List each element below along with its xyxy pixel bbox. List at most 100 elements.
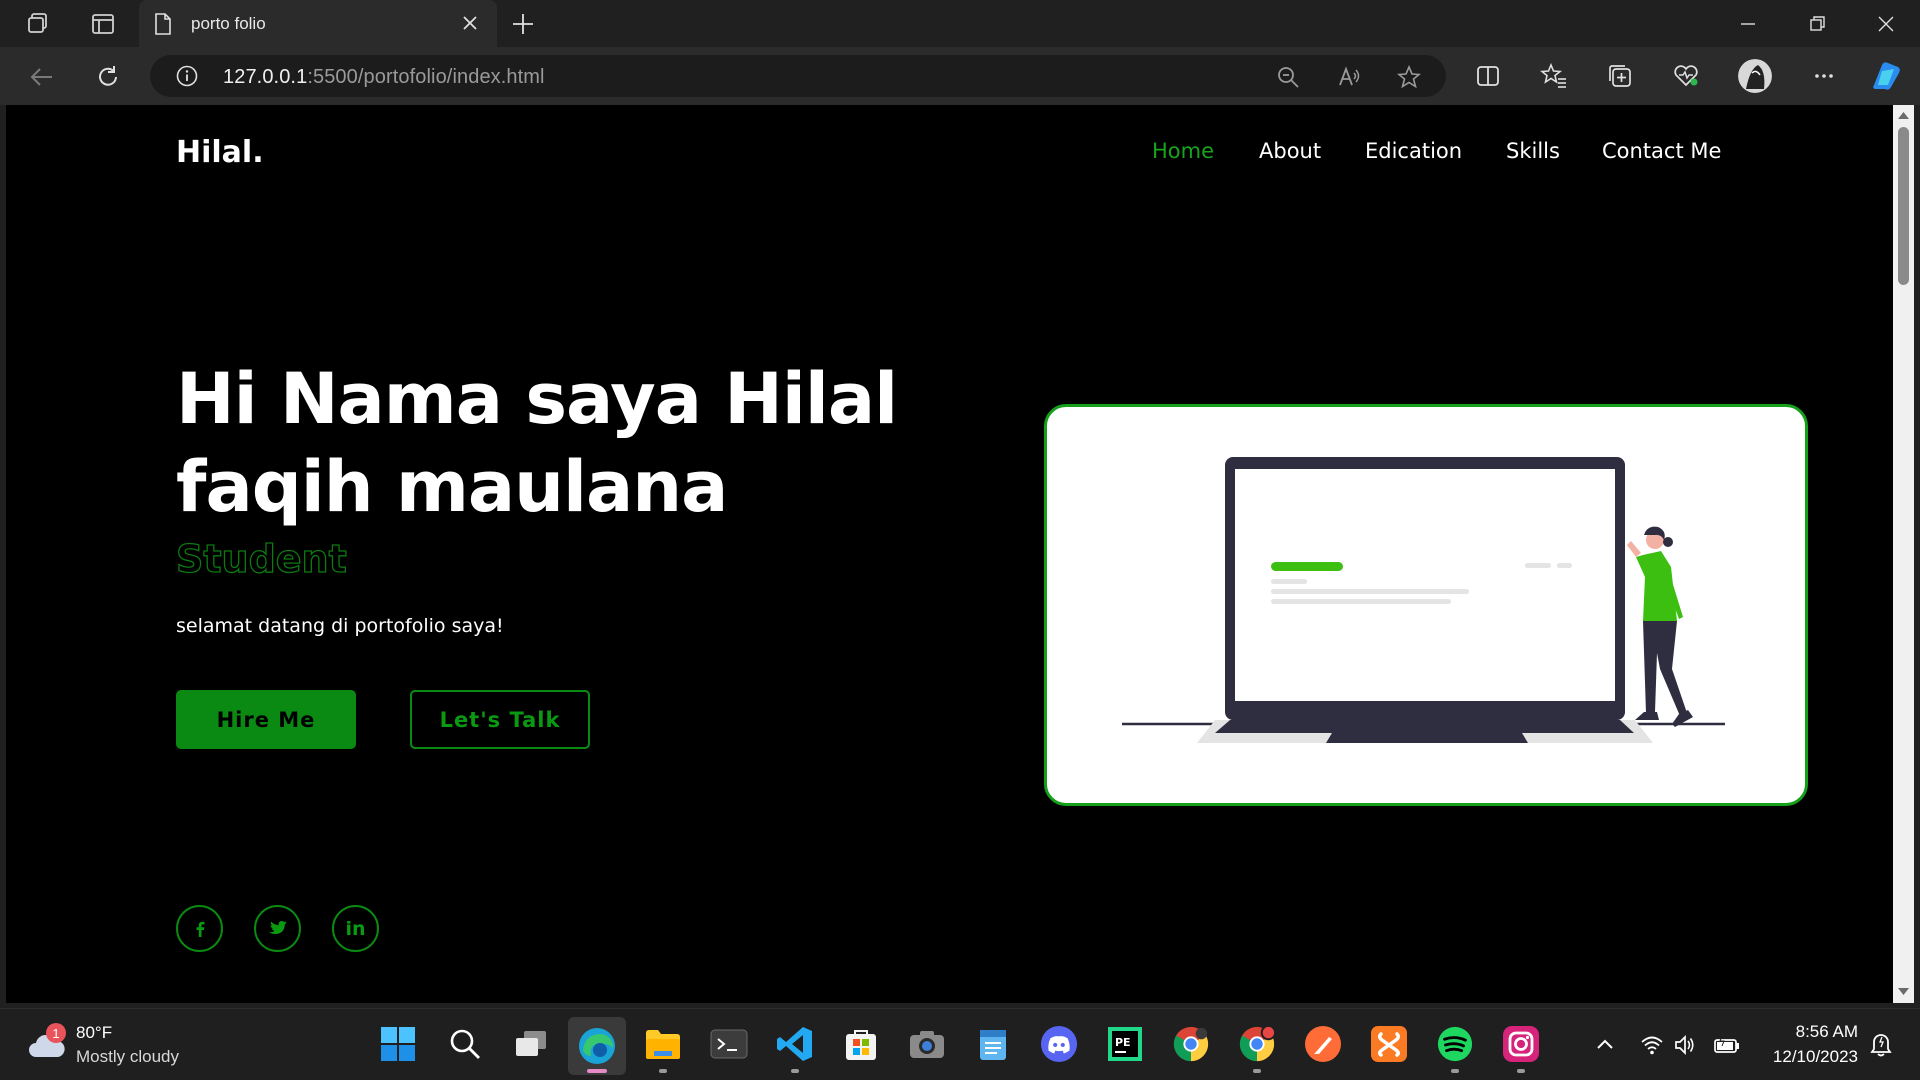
browser-essentials-icon[interactable] xyxy=(1672,62,1700,90)
weather-temperature[interactable]: 80°F xyxy=(76,1023,112,1043)
lets-talk-button[interactable]: Let's Talk xyxy=(410,690,590,749)
weather-alert-badge: 1 xyxy=(46,1023,66,1043)
favorites-icon[interactable] xyxy=(1540,62,1568,90)
nav-contact[interactable]: Contact Me xyxy=(1602,139,1721,163)
refresh-icon[interactable] xyxy=(94,63,122,91)
show-hidden-icons-icon[interactable] xyxy=(1593,1033,1617,1057)
page-icon xyxy=(155,13,171,35)
hero-illustration xyxy=(1044,404,1808,806)
browser-toolbar: 127.0.0.1:5500/portofolio/index.html xyxy=(0,47,1920,105)
window-edge xyxy=(1914,105,1920,1003)
facebook-link[interactable] xyxy=(176,905,223,952)
weather-description[interactable]: Mostly cloudy xyxy=(76,1047,179,1067)
taskbar-discord[interactable] xyxy=(1040,1025,1078,1063)
file-explorer-icon xyxy=(646,1030,680,1059)
taskbar-vscode[interactable] xyxy=(776,1025,814,1063)
nav-home[interactable]: Home xyxy=(1152,139,1214,163)
svg-text:PE: PE xyxy=(1115,1036,1131,1049)
taskbar-spotify[interactable] xyxy=(1436,1025,1474,1063)
close-window-icon[interactable] xyxy=(1874,12,1898,36)
search-button[interactable] xyxy=(446,1025,484,1063)
hire-me-button[interactable]: Hire Me xyxy=(176,690,356,749)
nav-education[interactable]: Edication xyxy=(1365,139,1462,163)
minimize-icon[interactable] xyxy=(1736,12,1760,36)
taskbar: 1 80°F Mostly cloudy PE 8:56 AM 12/10/20… xyxy=(0,1008,1920,1080)
taskbar-camera[interactable] xyxy=(908,1025,946,1063)
read-aloud-icon[interactable] xyxy=(1336,64,1362,90)
vscode-icon xyxy=(777,1027,812,1061)
taskbar-instagram[interactable] xyxy=(1502,1025,1540,1063)
hero-title: Hi Nama saya Hilal faqih maulana xyxy=(176,355,936,531)
explorer-running-indicator xyxy=(659,1069,667,1073)
notifications-icon[interactable] xyxy=(1868,1031,1894,1057)
scroll-down-icon[interactable] xyxy=(1897,987,1910,997)
taskbar-chrome[interactable] xyxy=(1172,1025,1210,1063)
taskbar-notepad[interactable] xyxy=(974,1025,1012,1063)
site-info-icon[interactable] xyxy=(176,65,198,87)
hero-title-line-1: Hi Nama saya Hilal xyxy=(176,358,898,440)
laptop-illustration xyxy=(1122,457,1725,743)
chrome-profile-icon xyxy=(1239,1025,1276,1062)
clock-time[interactable]: 8:56 AM xyxy=(1796,1022,1858,1042)
more-options-icon[interactable] xyxy=(1810,62,1838,90)
new-tab-icon[interactable] xyxy=(510,11,536,37)
page-viewport: Hilal. Home About Edication Skills Conta… xyxy=(6,105,1893,1003)
taskbar-file-explorer[interactable] xyxy=(644,1025,682,1063)
notepad-icon xyxy=(980,1030,1006,1060)
site-logo[interactable]: Hilal. xyxy=(176,135,264,170)
taskbar-xampp[interactable] xyxy=(1370,1025,1408,1063)
hero-role: Student xyxy=(175,536,347,581)
pycharm-icon: PE xyxy=(1108,1027,1142,1061)
twitter-link[interactable] xyxy=(254,905,301,952)
vscode-running-indicator xyxy=(791,1069,799,1073)
profile-picture xyxy=(1738,59,1772,93)
start-icon xyxy=(381,1027,415,1061)
spotify-icon xyxy=(1437,1026,1473,1062)
profile-avatar[interactable] xyxy=(1738,59,1772,93)
edge-icon xyxy=(579,1028,615,1064)
taskbar-edge[interactable] xyxy=(568,1017,626,1075)
hero-subtitle: selamat datang di portofolio saya! xyxy=(176,615,504,637)
clock-date[interactable]: 12/10/2023 xyxy=(1773,1047,1858,1067)
restore-icon[interactable] xyxy=(1805,12,1829,36)
search-icon xyxy=(450,1029,480,1059)
edge-running-indicator xyxy=(587,1069,607,1073)
instagram-running-indicator xyxy=(1517,1069,1525,1073)
task-view-button[interactable] xyxy=(512,1025,550,1063)
taskbar-store[interactable] xyxy=(842,1025,880,1063)
taskbar-chrome-profile[interactable] xyxy=(1238,1025,1276,1063)
store-icon xyxy=(846,1030,876,1060)
battery-icon[interactable] xyxy=(1713,1033,1741,1057)
xampp-icon xyxy=(1371,1026,1407,1062)
workspaces-icon[interactable] xyxy=(26,11,52,37)
nav-about[interactable]: About xyxy=(1259,139,1321,163)
instagram-icon xyxy=(1503,1026,1539,1062)
browser-tab[interactable]: porto folio xyxy=(139,0,497,47)
taskbar-tool[interactable] xyxy=(1304,1025,1342,1063)
wifi-icon[interactable] xyxy=(1640,1033,1664,1057)
nav-skills[interactable]: Skills xyxy=(1506,139,1560,163)
spotify-running-indicator xyxy=(1451,1069,1459,1073)
zoom-icon[interactable] xyxy=(1275,64,1301,90)
volume-icon[interactable] xyxy=(1673,1033,1697,1057)
favorite-star-icon[interactable] xyxy=(1396,64,1422,90)
url-text[interactable]: 127.0.0.1:5500/portofolio/index.html xyxy=(223,66,545,89)
tab-bar: porto folio xyxy=(0,0,1920,47)
address-bar[interactable]: 127.0.0.1:5500/portofolio/index.html xyxy=(150,55,1446,97)
scroll-thumb[interactable] xyxy=(1898,127,1909,285)
chrome-icon xyxy=(1173,1026,1209,1062)
linkedin-link[interactable]: in xyxy=(332,905,379,952)
vertical-tabs-icon[interactable] xyxy=(90,11,116,37)
scroll-up-icon[interactable] xyxy=(1897,110,1910,120)
taskbar-pycharm[interactable]: PE xyxy=(1106,1025,1144,1063)
collections-icon[interactable] xyxy=(1606,62,1634,90)
taskbar-terminal[interactable] xyxy=(710,1025,748,1063)
page-scrollbar[interactable] xyxy=(1893,105,1914,1003)
task-view-icon xyxy=(516,1031,546,1056)
copilot-icon[interactable] xyxy=(1868,59,1904,93)
close-tab-icon[interactable] xyxy=(461,14,479,32)
split-screen-icon[interactable] xyxy=(1474,62,1502,90)
back-icon[interactable] xyxy=(28,63,56,91)
discord-icon xyxy=(1040,1025,1078,1063)
start-button[interactable] xyxy=(379,1025,417,1063)
